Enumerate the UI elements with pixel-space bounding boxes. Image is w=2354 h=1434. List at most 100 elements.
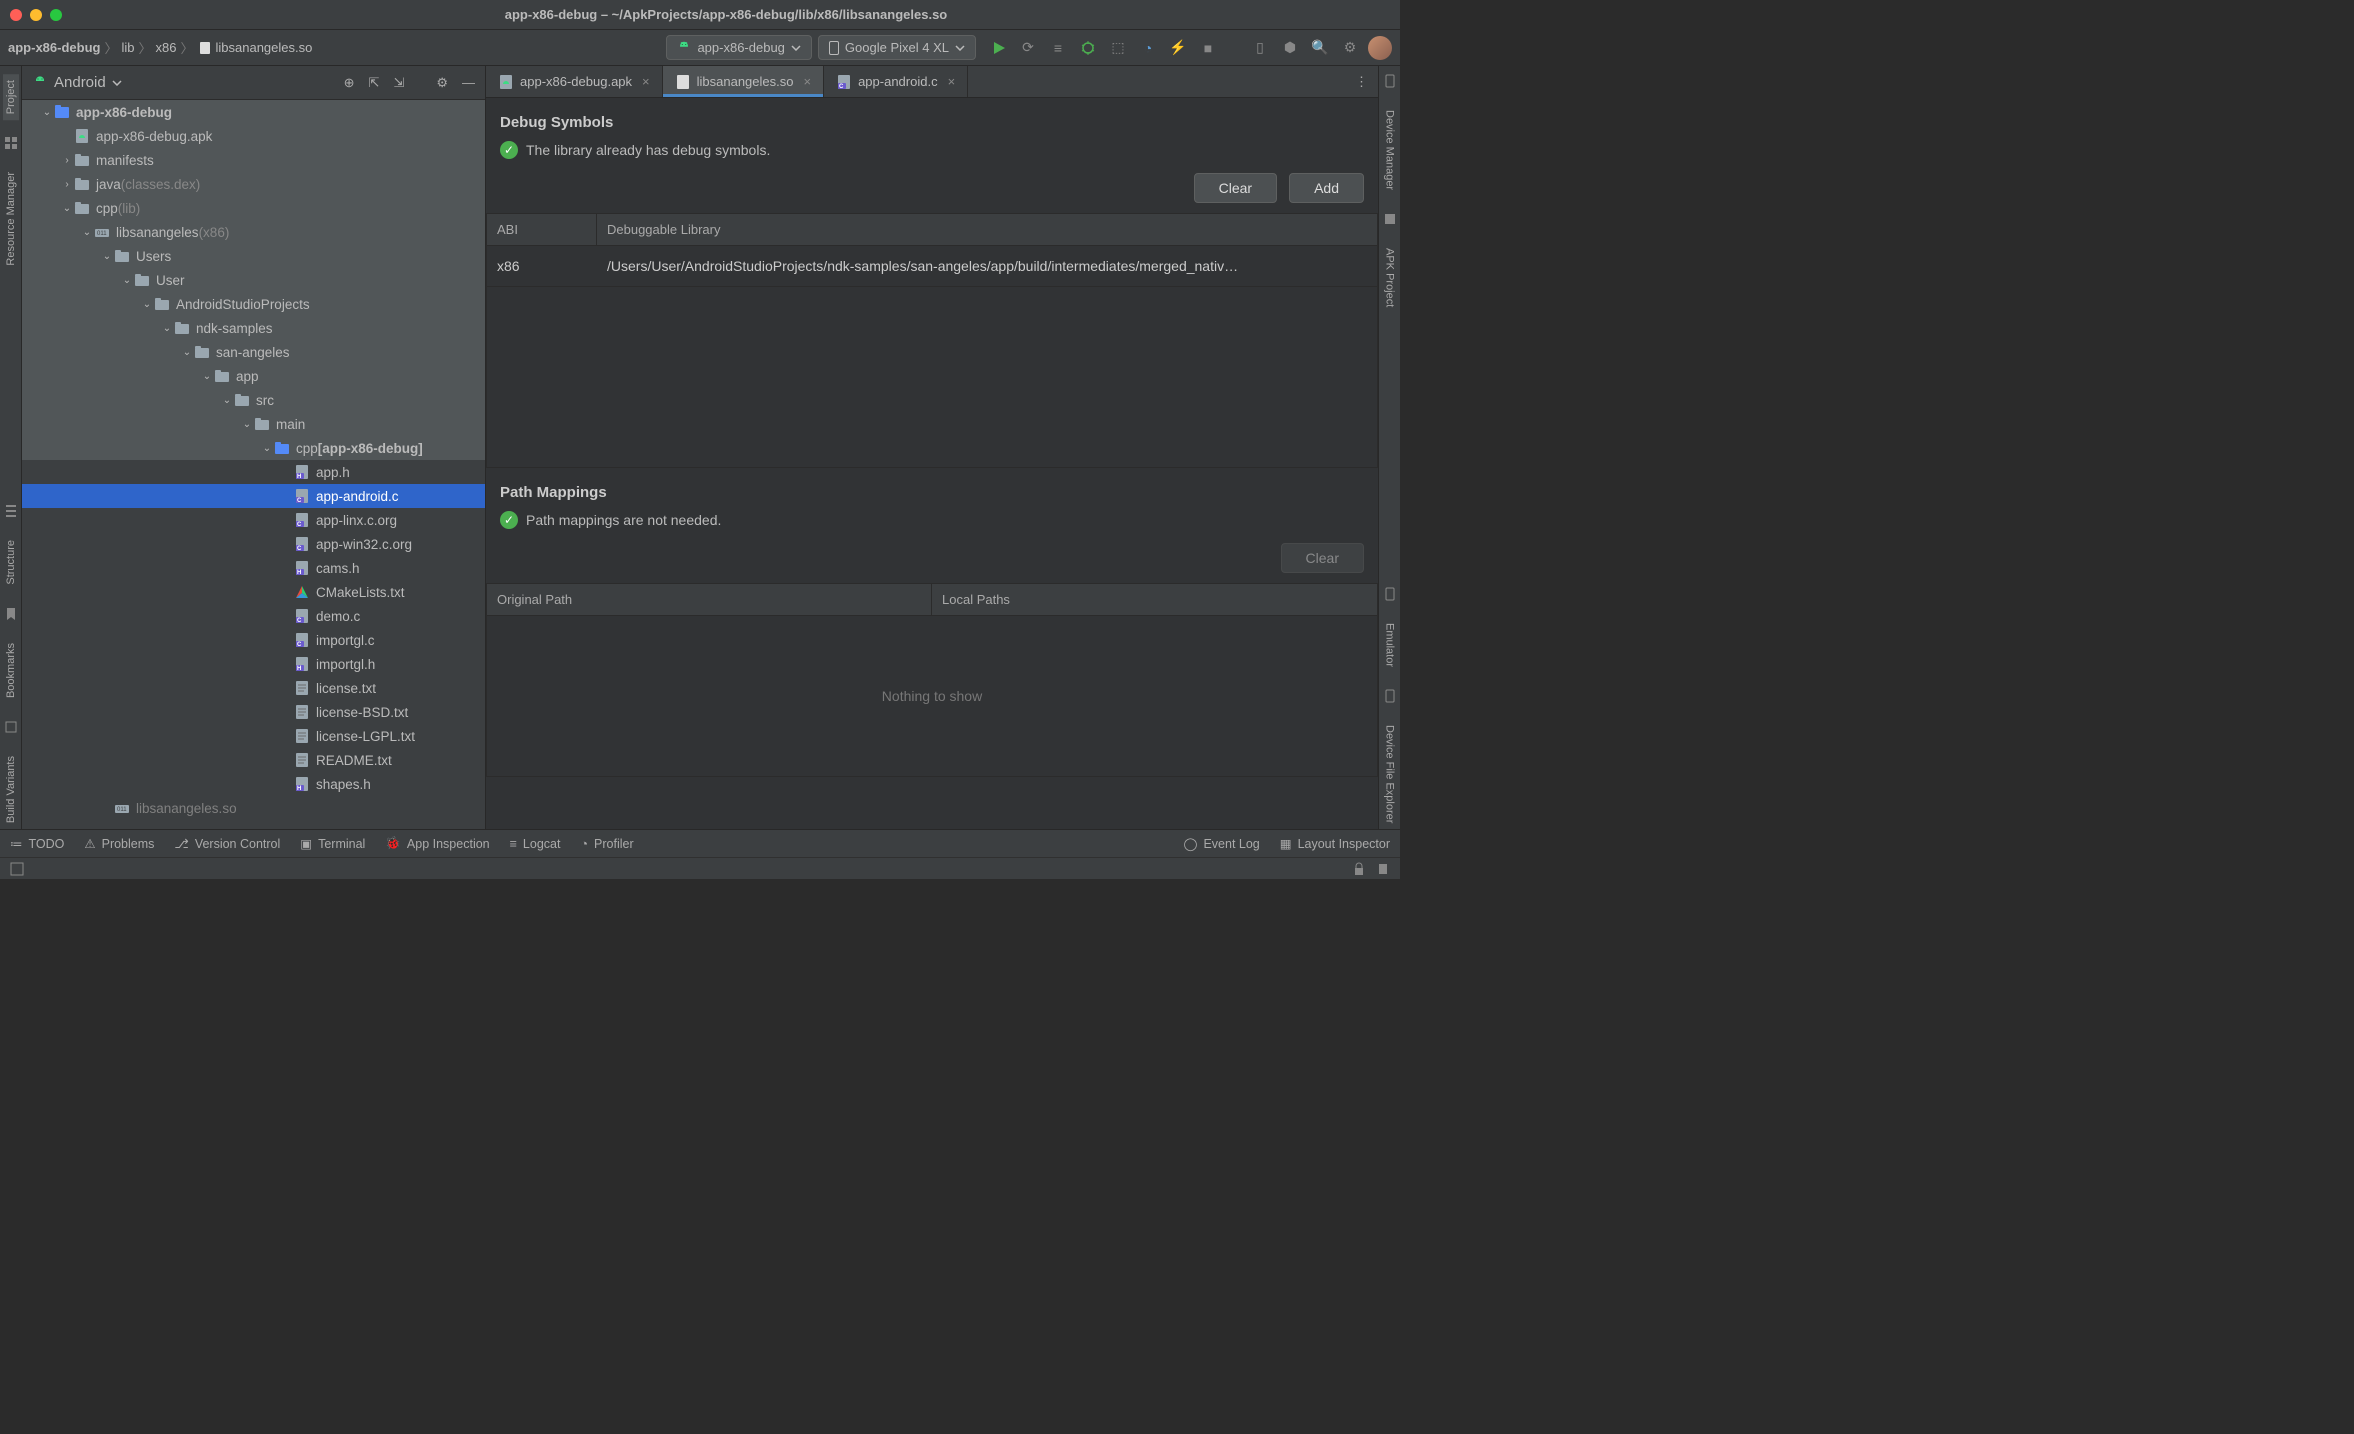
breadcrumb-item[interactable]: app-x86-debug [8, 40, 100, 55]
clear-button[interactable]: Clear [1194, 173, 1277, 203]
bottom-tab-problems[interactable]: ⚠Problems [84, 836, 154, 851]
breadcrumb-item[interactable]: x86 [156, 40, 177, 55]
collapse-all-icon[interactable]: ⇲ [393, 75, 404, 91]
expand-arrow[interactable]: ⌄ [260, 437, 274, 460]
project-tree[interactable]: ⌄app-x86-debugapp-x86-debug.apk›manifest… [22, 100, 485, 829]
expand-arrow[interactable]: ⌄ [200, 365, 214, 388]
bottom-tab-event-log[interactable]: ◯Event Log [1183, 836, 1259, 851]
profile-icon[interactable]: ◔ [1140, 40, 1156, 56]
tree-node[interactable]: ⌄ndk-samples [22, 316, 485, 340]
expand-all-icon[interactable]: ⇱ [369, 75, 380, 91]
close-tab-icon[interactable]: × [948, 74, 956, 89]
expand-arrow[interactable]: ⌄ [140, 293, 154, 316]
tool-tab-bookmarks[interactable]: Bookmarks [3, 637, 19, 704]
expand-arrow[interactable]: › [60, 149, 74, 172]
tree-node[interactable]: Hcams.h [22, 556, 485, 580]
tool-tab-structure[interactable]: Structure [3, 534, 19, 591]
stop-icon[interactable]: ■ [1200, 40, 1216, 56]
close-tab-icon[interactable]: × [803, 74, 811, 89]
close-window[interactable] [10, 9, 22, 21]
tool-tab-apk-project[interactable]: APK Project [1382, 242, 1398, 313]
sdk-icon[interactable]: ⬢ [1282, 40, 1298, 56]
tree-node[interactable]: Cdemo.c [22, 604, 485, 628]
expand-arrow[interactable]: ⌄ [160, 317, 174, 340]
hide-icon[interactable]: — [462, 75, 475, 91]
run-config-dropdown[interactable]: app-x86-debug [666, 35, 811, 60]
bottom-tab-version-control[interactable]: ⎇Version Control [174, 836, 280, 851]
select-opened-icon[interactable]: ⊕ [344, 75, 355, 91]
gear-icon[interactable]: ⚙ [1342, 40, 1358, 56]
bottom-tab-todo[interactable]: ≔TODO [10, 836, 64, 851]
tree-node[interactable]: README.txt [22, 748, 485, 772]
tool-tab-device-manager[interactable]: Device Manager [1382, 104, 1398, 196]
tree-node[interactable]: app-x86-debug.apk [22, 124, 485, 148]
tree-node[interactable]: license-BSD.txt [22, 700, 485, 724]
project-view-selector[interactable]: Android [32, 74, 338, 91]
expand-arrow[interactable]: ⌄ [40, 101, 54, 124]
expand-arrow[interactable]: ⌄ [240, 413, 254, 436]
expand-arrow[interactable]: ⌄ [80, 221, 94, 244]
editor-tab[interactable]: libsanangeles.so× [663, 66, 824, 97]
table-row[interactable]: x86 /Users/User/AndroidStudioProjects/nd… [487, 246, 1377, 287]
rerun-icon[interactable]: ⟳ [1020, 40, 1036, 56]
tool-tab-build-variants[interactable]: Build Variants [3, 750, 19, 829]
tree-node[interactable]: CMakeLists.txt [22, 580, 485, 604]
col-original-path[interactable]: Original Path [487, 584, 932, 615]
tree-node[interactable]: ⌄AndroidStudioProjects [22, 292, 485, 316]
expand-arrow[interactable]: ⌄ [100, 245, 114, 268]
expand-arrow[interactable]: ⌄ [180, 341, 194, 364]
tree-node[interactable]: ⌄main [22, 412, 485, 436]
tree-node[interactable]: license.txt [22, 676, 485, 700]
notification-icon[interactable] [1376, 862, 1390, 876]
breadcrumb-item[interactable]: lib [121, 40, 134, 55]
tree-node[interactable]: Capp-linx.c.org [22, 508, 485, 532]
col-local-paths[interactable]: Local Paths [932, 584, 1377, 615]
status-icon[interactable] [10, 862, 24, 876]
bottom-tab-profiler[interactable]: ◔Profiler [580, 836, 633, 851]
tree-node[interactable]: Cimportgl.c [22, 628, 485, 652]
col-abi[interactable]: ABI [487, 214, 597, 245]
tree-node[interactable]: ⌄cpp (lib) [22, 196, 485, 220]
run-icon[interactable] [992, 41, 1006, 55]
avd-icon[interactable]: ▯ [1252, 40, 1268, 56]
tree-node[interactable]: ⌄san-angeles [22, 340, 485, 364]
tool-tab-emulator[interactable]: Emulator [1382, 617, 1398, 673]
tree-node[interactable]: ⌄011libsanangeles (x86) [22, 220, 485, 244]
bottom-tab-layout-inspector[interactable]: ▦Layout Inspector [1280, 836, 1390, 851]
expand-arrow[interactable]: ⌄ [60, 197, 74, 220]
apply-changes-icon[interactable]: ⚡ [1170, 40, 1186, 56]
search-icon[interactable]: 🔍 [1312, 40, 1328, 56]
avatar[interactable] [1368, 36, 1392, 60]
tree-node[interactable]: Hshapes.h [22, 772, 485, 796]
tree-node[interactable]: Happ.h [22, 460, 485, 484]
tree-node[interactable]: Himportgl.h [22, 652, 485, 676]
editor-tab[interactable]: app-x86-debug.apk× [486, 66, 663, 97]
breadcrumb[interactable]: app-x86-debug 〉 lib 〉 x86 〉 libsanangele… [8, 38, 312, 57]
bottom-tab-terminal[interactable]: ▣Terminal [300, 836, 365, 851]
expand-arrow[interactable]: › [60, 173, 74, 196]
tree-node[interactable]: Capp-win32.c.org [22, 532, 485, 556]
add-button[interactable]: Add [1289, 173, 1364, 203]
tree-node[interactable]: ⌄app [22, 364, 485, 388]
tree-node[interactable]: ⌄User [22, 268, 485, 292]
tree-node[interactable]: Capp-android.c [22, 484, 485, 508]
lock-icon[interactable] [1352, 862, 1366, 876]
coverage-icon[interactable]: ≡ [1050, 40, 1066, 56]
tree-node[interactable]: ›java (classes.dex) [22, 172, 485, 196]
tree-node[interactable]: ›manifests [22, 148, 485, 172]
tool-tab-resource-manager[interactable]: Resource Manager [3, 166, 19, 272]
minimize-window[interactable] [30, 9, 42, 21]
tree-node[interactable]: 011libsanangeles.so [22, 796, 485, 820]
bottom-tab-app-inspection[interactable]: 🐞App Inspection [385, 836, 489, 851]
bottom-tab-logcat[interactable]: ≡Logcat [510, 836, 561, 851]
tree-node[interactable]: ⌄Users [22, 244, 485, 268]
expand-arrow[interactable]: ⌄ [120, 269, 134, 292]
tree-node[interactable]: ⌄app-x86-debug [22, 100, 485, 124]
tab-menu-icon[interactable]: ⋮ [1345, 66, 1378, 97]
editor-tab[interactable]: Capp-android.c× [824, 66, 968, 97]
device-dropdown[interactable]: Google Pixel 4 XL [818, 35, 976, 60]
debug-icon[interactable] [1080, 40, 1096, 56]
tree-node[interactable]: ⌄src [22, 388, 485, 412]
tree-node[interactable]: ⌄cpp [app-x86-debug] [22, 436, 485, 460]
tree-node[interactable]: license-LGPL.txt [22, 724, 485, 748]
